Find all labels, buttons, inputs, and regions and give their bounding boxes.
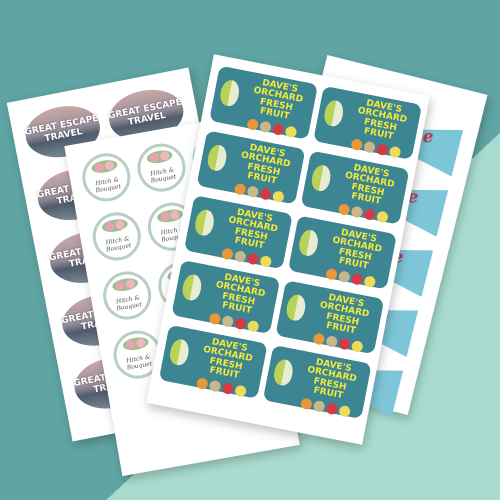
fruit-illustration <box>337 202 351 216</box>
wedding-round-sticker: Hitch &Bouquet <box>88 208 145 265</box>
flower-illustration <box>111 276 140 293</box>
pear-illustration <box>284 293 308 323</box>
orchard-label-sticker: DAVE'S ORCHARD FRESH FRUIT <box>275 280 385 355</box>
fruit-illustration <box>325 402 339 416</box>
orchard-label-sticker: DAVE'S ORCHARD FRESH FRUIT <box>209 65 318 140</box>
fruit-illustration <box>259 187 273 201</box>
orchard-label-sticker: DAVE'S ORCHARD FRESH FRUIT <box>300 150 410 225</box>
orchard-label-sticker: DAVE'S ORCHARD FRESH FRUIT <box>288 215 397 290</box>
pear-illustration <box>218 78 242 108</box>
pear-illustration <box>205 143 229 173</box>
fruit-illustration <box>350 272 364 286</box>
pear-illustration <box>168 337 191 367</box>
orchard-label-sticker: DAVE'S ORCHARD FRESH FRUIT <box>171 259 281 335</box>
fruit-illustration <box>234 384 248 398</box>
fruit-illustration <box>376 210 389 224</box>
fruit-illustration <box>233 249 247 263</box>
fruit-illustration <box>338 404 352 418</box>
fruit-illustration <box>388 145 402 159</box>
orchard-label-sticker: DAVE'S ORCHARD FRESH FRUIT <box>158 324 268 399</box>
fruit-illustration <box>259 120 272 134</box>
pear-illustration <box>180 272 204 302</box>
fruit-illustration <box>363 207 377 221</box>
wedding-round-sticker: Hitch &Bouquet <box>78 149 135 206</box>
fruit-illustration <box>221 314 235 328</box>
flower-illustration <box>121 335 150 352</box>
flower-illustration <box>156 207 184 225</box>
orchard-label-sticker: DAVE'S ORCHARD FRESH FRUIT <box>313 85 423 160</box>
orchard-label-sticker: DAVE'S ORCHARD FRESH FRUIT <box>196 130 306 205</box>
fruit-illustration <box>350 339 364 353</box>
fruit-illustration <box>312 399 326 413</box>
fruit-illustration <box>284 125 298 139</box>
pear-illustration <box>309 163 333 193</box>
flower-illustration <box>145 148 174 165</box>
pear-illustration <box>297 228 320 258</box>
fruit-illustration <box>325 334 339 348</box>
fruit-illustration <box>363 275 377 288</box>
fruit-illustration <box>246 185 260 198</box>
fruit-illustration <box>246 252 260 266</box>
fruit-illustration <box>246 319 260 333</box>
fruit-illustration <box>312 332 326 346</box>
flower-illustration <box>100 217 129 234</box>
fruit-illustration <box>195 376 209 390</box>
pear-illustration <box>272 357 295 387</box>
fruit-illustration <box>350 138 364 151</box>
fruit-illustration <box>271 190 285 203</box>
fruit-illustration <box>338 337 351 351</box>
fruit-illustration <box>259 254 273 268</box>
fruit-illustration <box>221 381 235 395</box>
fruit-illustration <box>337 270 351 283</box>
fruit-illustration <box>350 205 364 219</box>
pear-illustration <box>322 98 346 128</box>
fruit-illustration <box>299 397 313 411</box>
fruit-illustration <box>208 312 222 326</box>
orchard-label-sticker: DAVE'S ORCHARD FRESH FRUIT <box>183 195 293 270</box>
flower-illustration <box>90 158 119 175</box>
wedding-round-sticker: Hitch &Bouquet <box>133 139 190 196</box>
fruit-illustration <box>271 122 285 136</box>
orchard-label-sticker: DAVE'S ORCHARD FRESH FRUIT <box>262 344 372 420</box>
wedding-round-sticker: Hitch &Bouquet <box>99 267 155 324</box>
fruit-illustration <box>246 117 260 131</box>
pear-illustration <box>193 208 216 238</box>
fruit-illustration <box>375 142 389 156</box>
fruit-illustration <box>234 317 247 330</box>
fruit-illustration <box>208 379 222 393</box>
fruit-illustration <box>221 247 235 261</box>
fruit-illustration <box>363 140 377 154</box>
fruit-illustration <box>233 182 247 196</box>
fruit-illustration <box>325 267 339 281</box>
